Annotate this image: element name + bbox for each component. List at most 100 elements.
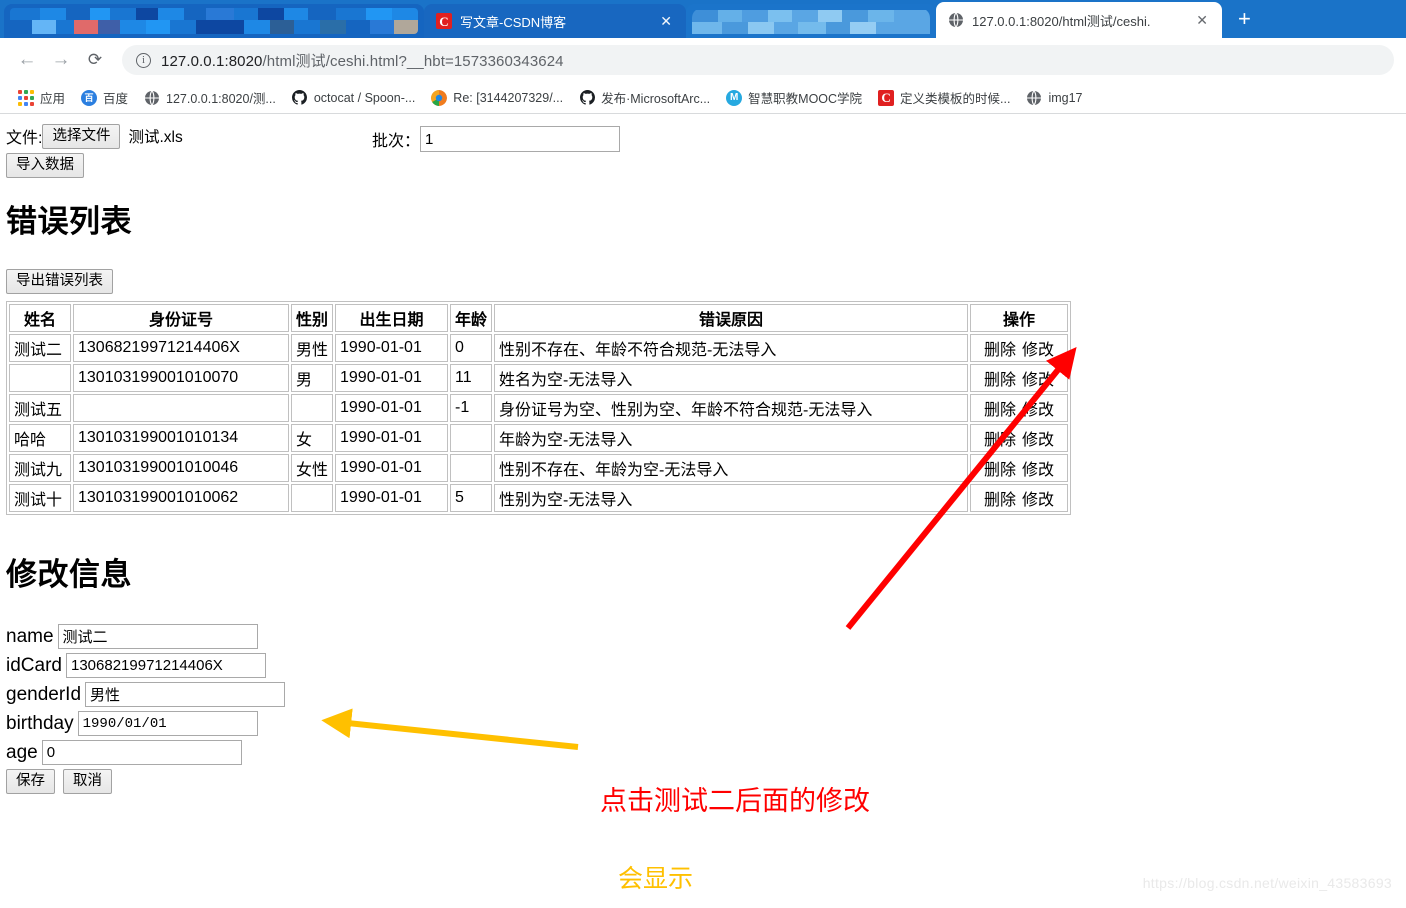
cell-birthday: 1990-01-01 [335, 424, 448, 452]
back-icon[interactable]: ← [12, 45, 42, 75]
cell-name: 测试二 [9, 334, 71, 362]
baidu-icon: 百 [81, 89, 98, 106]
cell-age: 11 [450, 364, 492, 392]
name-label: name [6, 625, 54, 647]
column-header-birthday: 出生日期 [335, 304, 448, 332]
bookmark-apps[interactable]: 应用 [10, 85, 73, 110]
browser-tab-3-censored[interactable] [686, 4, 936, 38]
name-input[interactable] [57, 624, 258, 649]
edit-link[interactable]: 修改 [1022, 492, 1054, 509]
bookmark-label: 127.0.0.1:8020/测... [166, 92, 276, 106]
reload-icon[interactable]: ⟳ [80, 45, 110, 75]
cell-birthday: 1990-01-01 [335, 394, 448, 422]
cell-actions: 删除 修改 [970, 334, 1068, 362]
delete-link[interactable]: 删除 [984, 402, 1016, 419]
browser-tab-2-csdn[interactable]: C 写文章-CSDN博客 ✕ [424, 4, 686, 38]
cell-gender: 男性 [291, 334, 333, 362]
form-row-age: age [6, 740, 285, 765]
import-data-button[interactable]: 导入数据 [6, 153, 84, 178]
export-error-list-button[interactable]: 导出错误列表 [6, 269, 113, 294]
annotation-orange-text: 会显示 [618, 865, 694, 893]
bookmark-label: 百度 [103, 92, 129, 106]
cell-name: 测试十 [9, 484, 71, 512]
edit-info-heading: 修改信息 [6, 557, 132, 592]
cell-reason: 性别不存在、年龄为空-无法导入 [494, 454, 968, 482]
error-list-table: 姓名 身份证号 性别 出生日期 年龄 错误原因 操作 测试二 130682199… [6, 301, 1071, 515]
bookmark-localhost[interactable]: 127.0.0.1:8020/测... [136, 85, 284, 110]
cell-gender [291, 484, 333, 512]
edit-link[interactable]: 修改 [1022, 372, 1054, 389]
cell-name [9, 364, 71, 392]
bookmark-label: 定义类模板的时候... [900, 92, 1011, 106]
birthday-input[interactable] [77, 711, 258, 736]
choose-file-button[interactable]: 选择文件 [42, 124, 121, 149]
close-icon[interactable]: ✕ [656, 14, 676, 28]
bookmark-csdn-template[interactable]: C 定义类模板的时候... [870, 85, 1018, 110]
delete-link[interactable]: 删除 [984, 492, 1016, 509]
bookmark-baidu[interactable]: 百 百度 [73, 85, 136, 110]
bookmark-octocat[interactable]: octocat / Spoon-... [284, 87, 423, 109]
cell-reason: 身份证号为空、性别为空、年龄不符合规范-无法导入 [494, 394, 968, 422]
file-upload-row: 文件: 选择文件 测试.xls [6, 124, 183, 149]
address-bar[interactable]: i 127.0.0.1:8020/html测试/ceshi.html?__hbt… [122, 45, 1394, 75]
page-content: 文件: 选择文件 测试.xls 批次： 导入数据 错误列表 导出错误列表 姓名 … [0, 114, 1406, 901]
browser-tab-1-censored[interactable] [4, 4, 424, 38]
cell-reason: 姓名为空-无法导入 [494, 364, 968, 392]
bookmarks-bar: 应用 百 百度 127.0.0.1:8020/测... octocat / Sp… [0, 82, 1406, 114]
column-header-idcard: 身份证号 [73, 304, 289, 332]
genderid-input[interactable] [85, 682, 286, 707]
cell-idcard: 130103199001010062 [73, 484, 289, 512]
cell-birthday: 1990-01-01 [335, 364, 448, 392]
forward-icon[interactable]: → [46, 45, 76, 75]
edit-link[interactable]: 修改 [1022, 342, 1054, 359]
edit-link[interactable]: 修改 [1022, 462, 1054, 479]
bookmark-microsoft-arc[interactable]: 发布·MicrosoftArc... [571, 85, 718, 110]
cell-gender: 女性 [291, 454, 333, 482]
tab-strip: C 写文章-CSDN博客 ✕ 127.0.0.1:8020/html测试/ces… [0, 0, 1406, 38]
globe-icon [1026, 90, 1042, 106]
delete-link[interactable]: 删除 [984, 372, 1016, 389]
age-input[interactable] [41, 740, 242, 765]
bookmark-mooc[interactable]: M 智慧职教MOOC学院 [718, 85, 870, 110]
edit-info-form: name idCard genderId birthday age 保存 取消 [6, 624, 286, 794]
cell-age: 0 [450, 334, 492, 362]
watermark: https://blog.csdn.net/weixin_43583693 [1142, 875, 1392, 891]
cell-age [450, 424, 492, 452]
close-icon[interactable]: ✕ [1192, 13, 1212, 27]
bookmark-re-issue[interactable]: Re: [3144207329/... [423, 87, 571, 109]
delete-link[interactable]: 删除 [984, 432, 1016, 449]
browser-chrome: C 写文章-CSDN博客 ✕ 127.0.0.1:8020/html测试/ces… [0, 0, 1406, 114]
edit-link[interactable]: 修改 [1022, 432, 1054, 449]
github-icon [291, 89, 308, 106]
cell-reason: 年龄为空-无法导入 [494, 424, 968, 452]
delete-link[interactable]: 删除 [984, 462, 1016, 479]
orange-circle-icon [431, 89, 448, 106]
browser-tab-4-active[interactable]: 127.0.0.1:8020/html测试/ceshi. ✕ [936, 2, 1222, 38]
column-header-name: 姓名 [9, 304, 71, 332]
column-header-action: 操作 [970, 304, 1068, 332]
cell-gender [291, 394, 333, 422]
censored-pixels [692, 8, 930, 34]
error-list-heading: 错误列表 [6, 204, 132, 239]
yellow-arrow [321, 708, 579, 750]
cell-gender: 男 [291, 364, 333, 392]
edit-link[interactable]: 修改 [1022, 402, 1054, 419]
globe-icon [948, 12, 964, 28]
column-header-age: 年龄 [450, 304, 492, 332]
new-tab-button[interactable]: + [1222, 8, 1267, 34]
cell-age [450, 454, 492, 482]
navigation-toolbar: ← → ⟳ i 127.0.0.1:8020/html测试/ceshi.html… [0, 38, 1406, 82]
cell-idcard [73, 394, 289, 422]
idcard-input[interactable] [65, 653, 266, 678]
save-button[interactable]: 保存 [6, 769, 55, 794]
bookmark-img17[interactable]: img17 [1018, 87, 1090, 109]
cancel-button[interactable]: 取消 [63, 769, 112, 794]
cell-actions: 删除 修改 [970, 364, 1068, 392]
batch-label: 批次： [372, 133, 421, 150]
delete-link[interactable]: 删除 [984, 342, 1016, 359]
csdn-icon: C [878, 89, 895, 106]
idcard-label: idCard [6, 654, 62, 676]
batch-input[interactable] [420, 126, 621, 152]
cell-reason: 性别不存在、年龄不符合规范-无法导入 [494, 334, 968, 362]
site-info-icon[interactable]: i [136, 52, 151, 68]
